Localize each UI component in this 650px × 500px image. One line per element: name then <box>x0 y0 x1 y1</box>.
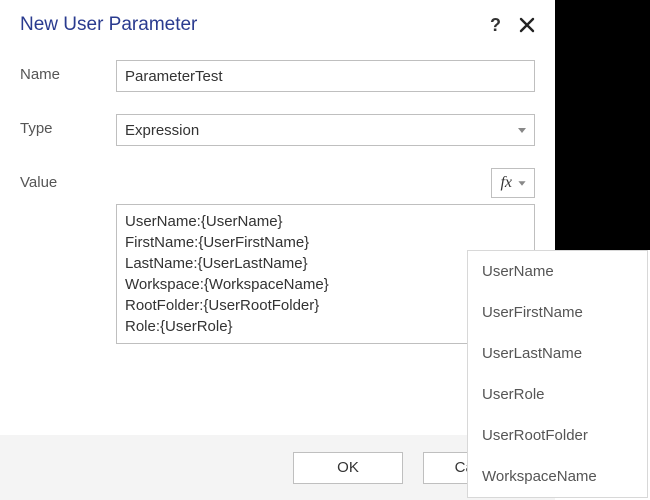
value-label: Value <box>20 168 116 191</box>
chevron-down-icon <box>518 128 526 133</box>
type-select-value: Expression <box>125 122 199 139</box>
name-label: Name <box>20 60 116 83</box>
name-row: Name <box>20 60 535 92</box>
type-select[interactable]: Expression <box>116 114 535 146</box>
titlebar-actions: ? <box>490 16 535 34</box>
name-input[interactable] <box>116 60 535 92</box>
dropdown-item[interactable]: UserFirstName <box>468 292 647 333</box>
fx-dropdown-menu: UserName UserFirstName UserLastName User… <box>467 250 648 498</box>
dropdown-item[interactable]: UserName <box>468 251 647 292</box>
value-row: Value fx UserName:{UserName} FirstName:{… <box>20 168 535 344</box>
dialog-title: New User Parameter <box>20 14 490 36</box>
dropdown-item[interactable]: UserRootFolder <box>468 415 647 456</box>
titlebar: New User Parameter ? <box>0 0 555 42</box>
ok-button[interactable]: OK <box>293 452 403 484</box>
dropdown-item[interactable]: UserRole <box>468 374 647 415</box>
close-icon[interactable] <box>519 17 535 33</box>
type-row: Type Expression <box>20 114 535 146</box>
dropdown-item[interactable]: WorkspaceName <box>468 456 647 497</box>
help-icon[interactable]: ? <box>490 16 501 34</box>
fx-button[interactable]: fx <box>491 168 535 198</box>
fx-label: fx <box>500 174 512 192</box>
type-label: Type <box>20 114 116 137</box>
chevron-down-icon <box>518 181 525 186</box>
background-strip <box>555 0 650 250</box>
dropdown-item[interactable]: UserLastName <box>468 333 647 374</box>
